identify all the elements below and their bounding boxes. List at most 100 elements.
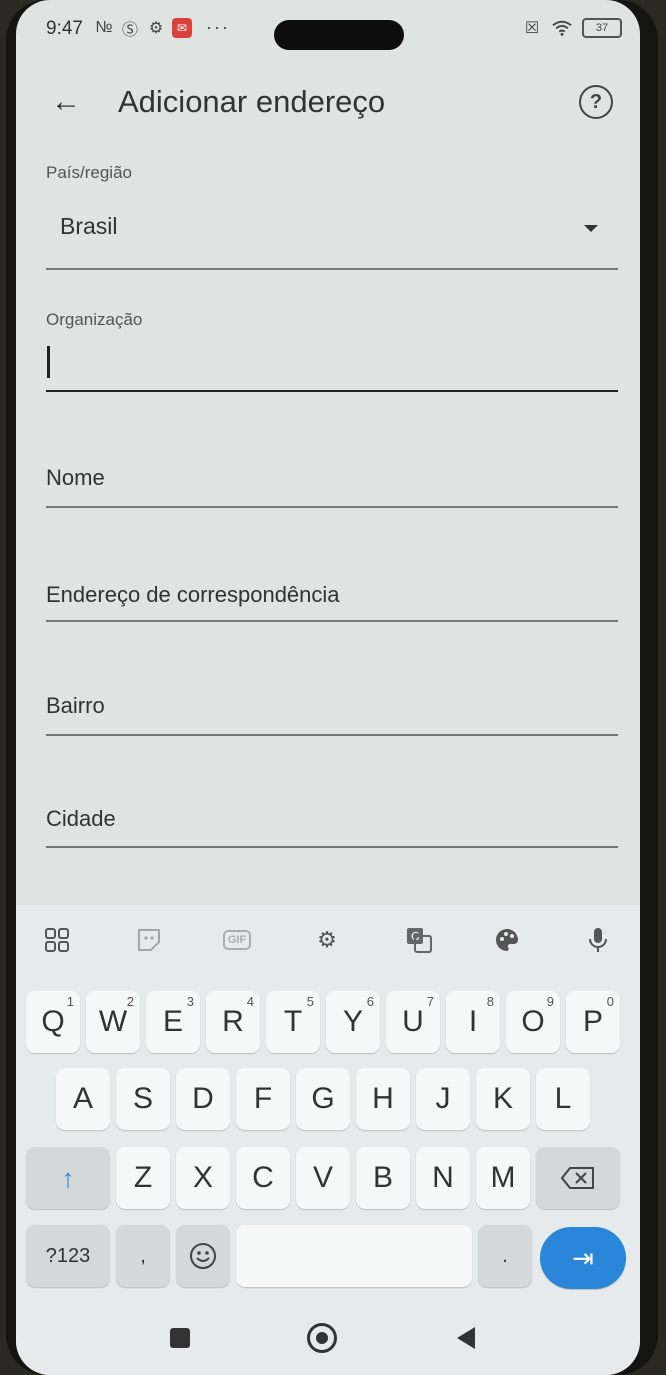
keyboard: Q1 W2 E3 R4 T5 Y6 U7 I8 O9 P0 A S D F G …	[16, 975, 640, 1300]
key-r[interactable]: R4	[206, 991, 260, 1053]
address-input[interactable]: Endereço de correspondência	[46, 572, 618, 622]
address-placeholder: Endereço de correspondência	[46, 582, 340, 607]
name-underline	[46, 506, 618, 508]
comma-key[interactable]: ,	[116, 1225, 170, 1287]
camera-notch	[274, 20, 404, 50]
status-notification-icons: № Ⓢ ⚙ ✉ ···	[94, 17, 230, 39]
address-underline	[46, 620, 618, 622]
key-b[interactable]: B	[356, 1147, 410, 1209]
next-tab-icon: ⇥	[572, 1242, 594, 1273]
recents-button[interactable]	[160, 1318, 200, 1358]
key-d[interactable]: D	[176, 1068, 230, 1130]
gif-icon: GIF	[222, 930, 252, 950]
neighborhood-placeholder: Bairro	[46, 693, 105, 718]
key-h[interactable]: H	[356, 1068, 410, 1130]
apps-grid-icon	[45, 928, 69, 952]
key-a[interactable]: A	[56, 1068, 110, 1130]
key-o[interactable]: O9	[506, 991, 560, 1053]
emoji-icon	[190, 1243, 216, 1269]
key-t[interactable]: T5	[266, 991, 320, 1053]
key-x[interactable]: X	[176, 1147, 230, 1209]
emoji-key[interactable]	[176, 1225, 230, 1287]
arrow-left-icon: ←	[51, 85, 81, 118]
neighborhood-underline	[46, 734, 618, 736]
organization-input[interactable]	[46, 338, 618, 388]
symbols-key[interactable]: ?123	[26, 1225, 110, 1287]
key-s[interactable]: S	[116, 1068, 170, 1130]
status-system-icons: ☒ 37	[522, 18, 622, 38]
battery-icon: 37	[582, 18, 622, 38]
recents-square-icon	[170, 1328, 190, 1348]
home-button[interactable]	[302, 1318, 342, 1358]
city-placeholder: Cidade	[46, 806, 116, 831]
organization-label: Organização	[46, 310, 143, 329]
organization-underline	[46, 390, 618, 392]
space-key[interactable]	[236, 1225, 472, 1287]
no-sim-icon: ☒	[524, 20, 540, 37]
settings-button[interactable]: ⚙	[306, 919, 348, 961]
period-key[interactable]: .	[478, 1225, 532, 1287]
key-i[interactable]: I8	[446, 991, 500, 1053]
key-v[interactable]: V	[296, 1147, 350, 1209]
microphone-button[interactable]	[577, 919, 619, 961]
key-p[interactable]: P0	[566, 991, 620, 1053]
text-cursor	[47, 346, 50, 378]
palette-button[interactable]	[486, 919, 528, 961]
keyboard-toolbar: GIF ⚙ G	[16, 905, 640, 975]
translate-icon: G	[407, 928, 432, 953]
screen: 9:47 № Ⓢ ⚙ ✉ ··· ☒ 37 ← Adicionar endere…	[16, 0, 640, 1375]
key-c[interactable]: C	[236, 1147, 290, 1209]
key-m[interactable]: M	[476, 1147, 530, 1209]
wifi-icon	[552, 18, 572, 38]
status-bar: 9:47 № Ⓢ ⚙ ✉ ··· ☒ 37	[16, 0, 640, 60]
key-w[interactable]: W2	[86, 991, 140, 1053]
enter-key[interactable]: ⇥	[540, 1227, 626, 1289]
key-f[interactable]: F	[236, 1068, 290, 1130]
key-k[interactable]: K	[476, 1068, 530, 1130]
key-q[interactable]: Q1	[26, 991, 80, 1053]
page-title: Adicionar endereço	[118, 84, 386, 119]
key-e[interactable]: E3	[146, 991, 200, 1053]
country-value: Brasil	[60, 213, 118, 239]
key-j[interactable]: J	[416, 1068, 470, 1130]
gif-button[interactable]: GIF	[216, 919, 258, 961]
key-z[interactable]: Z	[116, 1147, 170, 1209]
mail-icon: ✉	[172, 17, 192, 38]
key-n[interactable]: N	[416, 1147, 470, 1209]
name-input[interactable]: Nome	[46, 455, 618, 505]
shift-arrow-icon: ↑	[61, 1162, 75, 1193]
dropdown-caret-icon	[584, 225, 598, 232]
backspace-key[interactable]	[536, 1147, 620, 1209]
key-l[interactable]: L	[536, 1068, 590, 1130]
back-triangle-icon	[457, 1327, 475, 1349]
country-underline	[46, 268, 618, 270]
city-input[interactable]: Cidade	[46, 796, 618, 846]
country-select[interactable]: Brasil	[46, 195, 618, 255]
country-label: País/região	[46, 163, 132, 182]
translate-button[interactable]: G	[398, 919, 440, 961]
navigation-bar	[16, 1300, 640, 1375]
help-button[interactable]: ?	[576, 82, 616, 122]
more-dots-icon: ···	[206, 17, 230, 37]
system-back-button[interactable]	[446, 1318, 486, 1358]
name-placeholder: Nome	[46, 465, 105, 490]
key-y[interactable]: Y6	[326, 991, 380, 1053]
back-button[interactable]: ←	[44, 80, 88, 124]
neighborhood-input[interactable]: Bairro	[46, 683, 618, 733]
s-app-icon: Ⓢ	[121, 21, 138, 39]
microphone-icon	[589, 928, 607, 952]
backspace-icon	[560, 1167, 594, 1189]
app-bar: ← Adicionar endereço ?	[16, 68, 640, 138]
nfc-icon: №	[95, 18, 113, 36]
help-circle-icon: ?	[579, 85, 613, 119]
status-time: 9:47	[46, 18, 83, 39]
apps-grid-button[interactable]	[36, 919, 78, 961]
city-underline	[46, 846, 618, 848]
key-u[interactable]: U7	[386, 991, 440, 1053]
palette-icon	[496, 929, 518, 951]
home-circle-icon	[307, 1323, 337, 1353]
settings-gear-icon: ⚙	[317, 927, 337, 952]
shift-key[interactable]: ↑	[26, 1147, 110, 1209]
sticker-button[interactable]	[128, 919, 170, 961]
key-g[interactable]: G	[296, 1068, 350, 1130]
